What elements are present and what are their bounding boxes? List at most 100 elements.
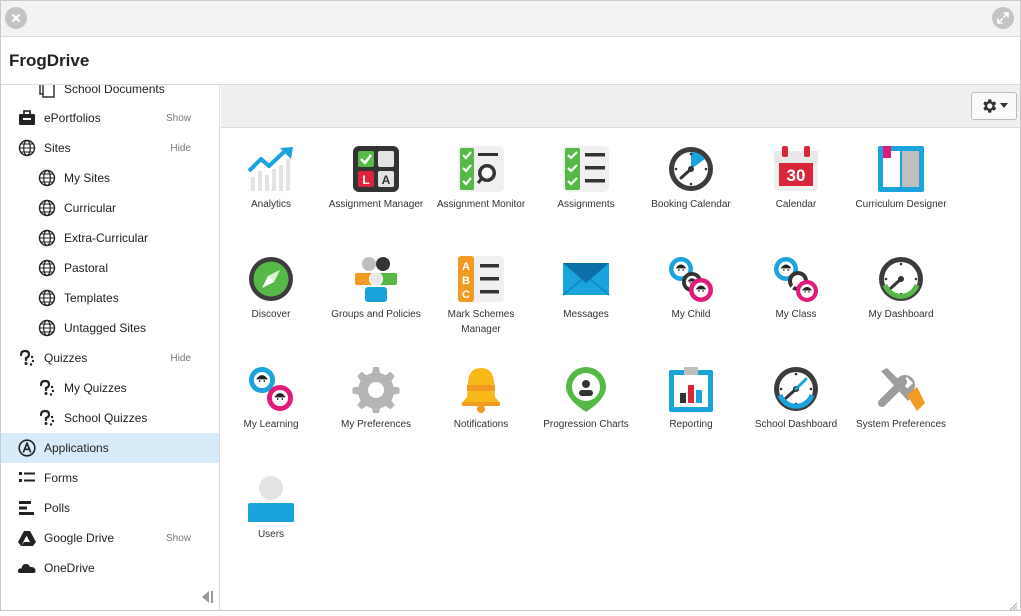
sidebar-item-school-documents[interactable]: School Documents (1, 85, 219, 104)
sidebar-item-label: Curricular (64, 201, 117, 215)
sidebar-item-forms[interactable]: Forms (1, 463, 219, 493)
sidebar-item-templates[interactable]: Templates (1, 283, 219, 313)
app-label: Calendar (775, 199, 817, 210)
calendar-icon: 30 (774, 146, 818, 191)
app-my-dashboard[interactable]: My Dashboard (851, 239, 951, 339)
quiz-icon (37, 408, 57, 428)
sidebar-item-applications[interactable]: Applications (1, 433, 219, 463)
app-label: Messages (563, 309, 609, 320)
app-label: Groups and Policies (331, 309, 421, 320)
close-icon (12, 14, 20, 22)
app-my-preferences[interactable]: My Preferences (326, 349, 426, 449)
sidebar-item-extra-curricular[interactable]: Extra-Curricular (1, 223, 219, 253)
sidebar-toggle-hide[interactable]: Hide (170, 353, 191, 364)
app-calendar[interactable]: 30 Calendar (746, 129, 846, 229)
app-assignment-manager[interactable]: L A Assignment Manager (326, 129, 426, 229)
app-label: Notifications (453, 419, 509, 430)
sidebar-item-untagged-sites[interactable]: Untagged Sites (1, 313, 219, 343)
gear-icon (983, 99, 997, 113)
progression-charts-icon (566, 367, 606, 412)
app-label: My Dashboard (868, 309, 934, 320)
app-label: My Child (671, 309, 711, 320)
my-class-icon (774, 257, 818, 302)
app-mark-schemes[interactable]: A B C Mark Schemes Manager (431, 239, 531, 339)
globe-icon (37, 168, 57, 188)
app-users[interactable]: Users (221, 459, 321, 559)
sidebar-item-curricular[interactable]: Curricular (1, 193, 219, 223)
system-preferences-icon (878, 368, 925, 411)
briefcase-icon (17, 108, 37, 128)
app-groups-policies[interactable]: Groups and Policies (326, 239, 426, 339)
window-topbar (1, 1, 1020, 37)
app-analytics[interactable]: Analytics (221, 129, 321, 229)
my-child-icon (669, 257, 713, 302)
page-title: FrogDrive (9, 51, 90, 70)
svg-text:A: A (382, 173, 391, 187)
app-label: School Dashboard (754, 419, 838, 430)
sidebar-toggle-show[interactable]: Show (166, 113, 191, 124)
app-school-dashboard[interactable]: School Dashboard (746, 349, 846, 449)
documents-icon (37, 85, 57, 99)
sidebar-toggle-show[interactable]: Show (166, 533, 191, 544)
app-progression-charts[interactable]: Progression Charts (536, 349, 636, 449)
app-system-preferences[interactable]: System Preferences (851, 349, 951, 449)
sidebar-item-pastoral[interactable]: Pastoral (1, 253, 219, 283)
sidebar-item-quizzes[interactable]: Quizzes Hide (1, 343, 219, 373)
app-messages[interactable]: Messages (536, 239, 636, 339)
sidebar-item-label: OneDrive (44, 561, 95, 575)
app-my-child[interactable]: My Child (641, 239, 741, 339)
sidebar-item-school-quizzes[interactable]: School Quizzes (1, 403, 219, 433)
globe-icon (37, 258, 57, 278)
globe-icon (37, 228, 57, 248)
analytics-icon (247, 147, 293, 191)
app-notifications[interactable]: Notifications (431, 349, 531, 449)
expand-button[interactable] (992, 7, 1014, 29)
close-button[interactable] (5, 7, 27, 29)
onedrive-icon (17, 558, 37, 578)
sidebar-item-label: Pastoral (64, 261, 109, 275)
app-label: Curriculum Designer (855, 199, 947, 210)
sidebar-item-my-quizzes[interactable]: My Quizzes (1, 373, 219, 403)
sidebar-item-label: Sites (44, 141, 71, 155)
svg-text:30: 30 (787, 166, 806, 185)
messages-icon (562, 263, 610, 296)
app-assignments[interactable]: Assignments (536, 129, 636, 229)
app-booking-calendar[interactable]: Booking Calendar (641, 129, 741, 229)
applications-grid: Analytics L A Assignment Manager Assignment … (221, 129, 1020, 609)
my-learning-icon (249, 367, 293, 411)
reporting-icon (669, 367, 713, 412)
sidebar-item-polls[interactable]: Polls (1, 493, 219, 523)
sidebar-toggle-hide[interactable]: Hide (170, 143, 191, 154)
app-assignment-monitor[interactable]: Assignment Monitor (431, 129, 531, 229)
resize-handle[interactable] (1008, 598, 1018, 611)
sidebar-item-label: My Sites (64, 171, 111, 185)
app-reporting[interactable]: Reporting (641, 349, 741, 449)
sidebar-item-google-drive[interactable]: Google Drive Show (1, 523, 219, 553)
app-my-learning[interactable]: My Learning (221, 349, 321, 449)
app-label: Assignments (557, 199, 615, 210)
sidebar-item-onedrive[interactable]: OneDrive (1, 553, 219, 583)
app-discover[interactable]: Discover (221, 239, 321, 339)
users-icon (248, 476, 294, 522)
assignment-monitor-icon (458, 146, 504, 192)
sidebar-item-sites[interactable]: Sites Hide (1, 133, 219, 163)
app-curriculum-designer[interactable]: Curriculum Designer (851, 129, 951, 229)
collapse-sidebar-button[interactable] (199, 588, 215, 606)
assignment-manager-icon: LA (353, 146, 399, 192)
forms-icon (17, 468, 37, 488)
app-my-class[interactable]: My Class (746, 239, 846, 339)
collapse-sidebar-icon (202, 591, 213, 603)
google-drive-icon (17, 528, 37, 548)
sidebar-item-eportfolios[interactable]: ePortfolios Show (1, 103, 219, 133)
app-label: Discover (251, 309, 291, 320)
sidebar-item-label: My Quizzes (64, 381, 127, 395)
app-label: Progression Charts (543, 419, 629, 430)
booking-calendar-icon (669, 147, 713, 191)
svg-text:C: C (462, 289, 470, 301)
settings-button[interactable] (971, 92, 1017, 120)
notifications-icon (462, 368, 500, 413)
svg-text:A: A (462, 261, 470, 273)
sidebar-item-label: Templates (64, 291, 119, 305)
sidebar-item-my-sites[interactable]: My Sites (1, 163, 219, 193)
sidebar-item-label: School Quizzes (64, 411, 148, 425)
